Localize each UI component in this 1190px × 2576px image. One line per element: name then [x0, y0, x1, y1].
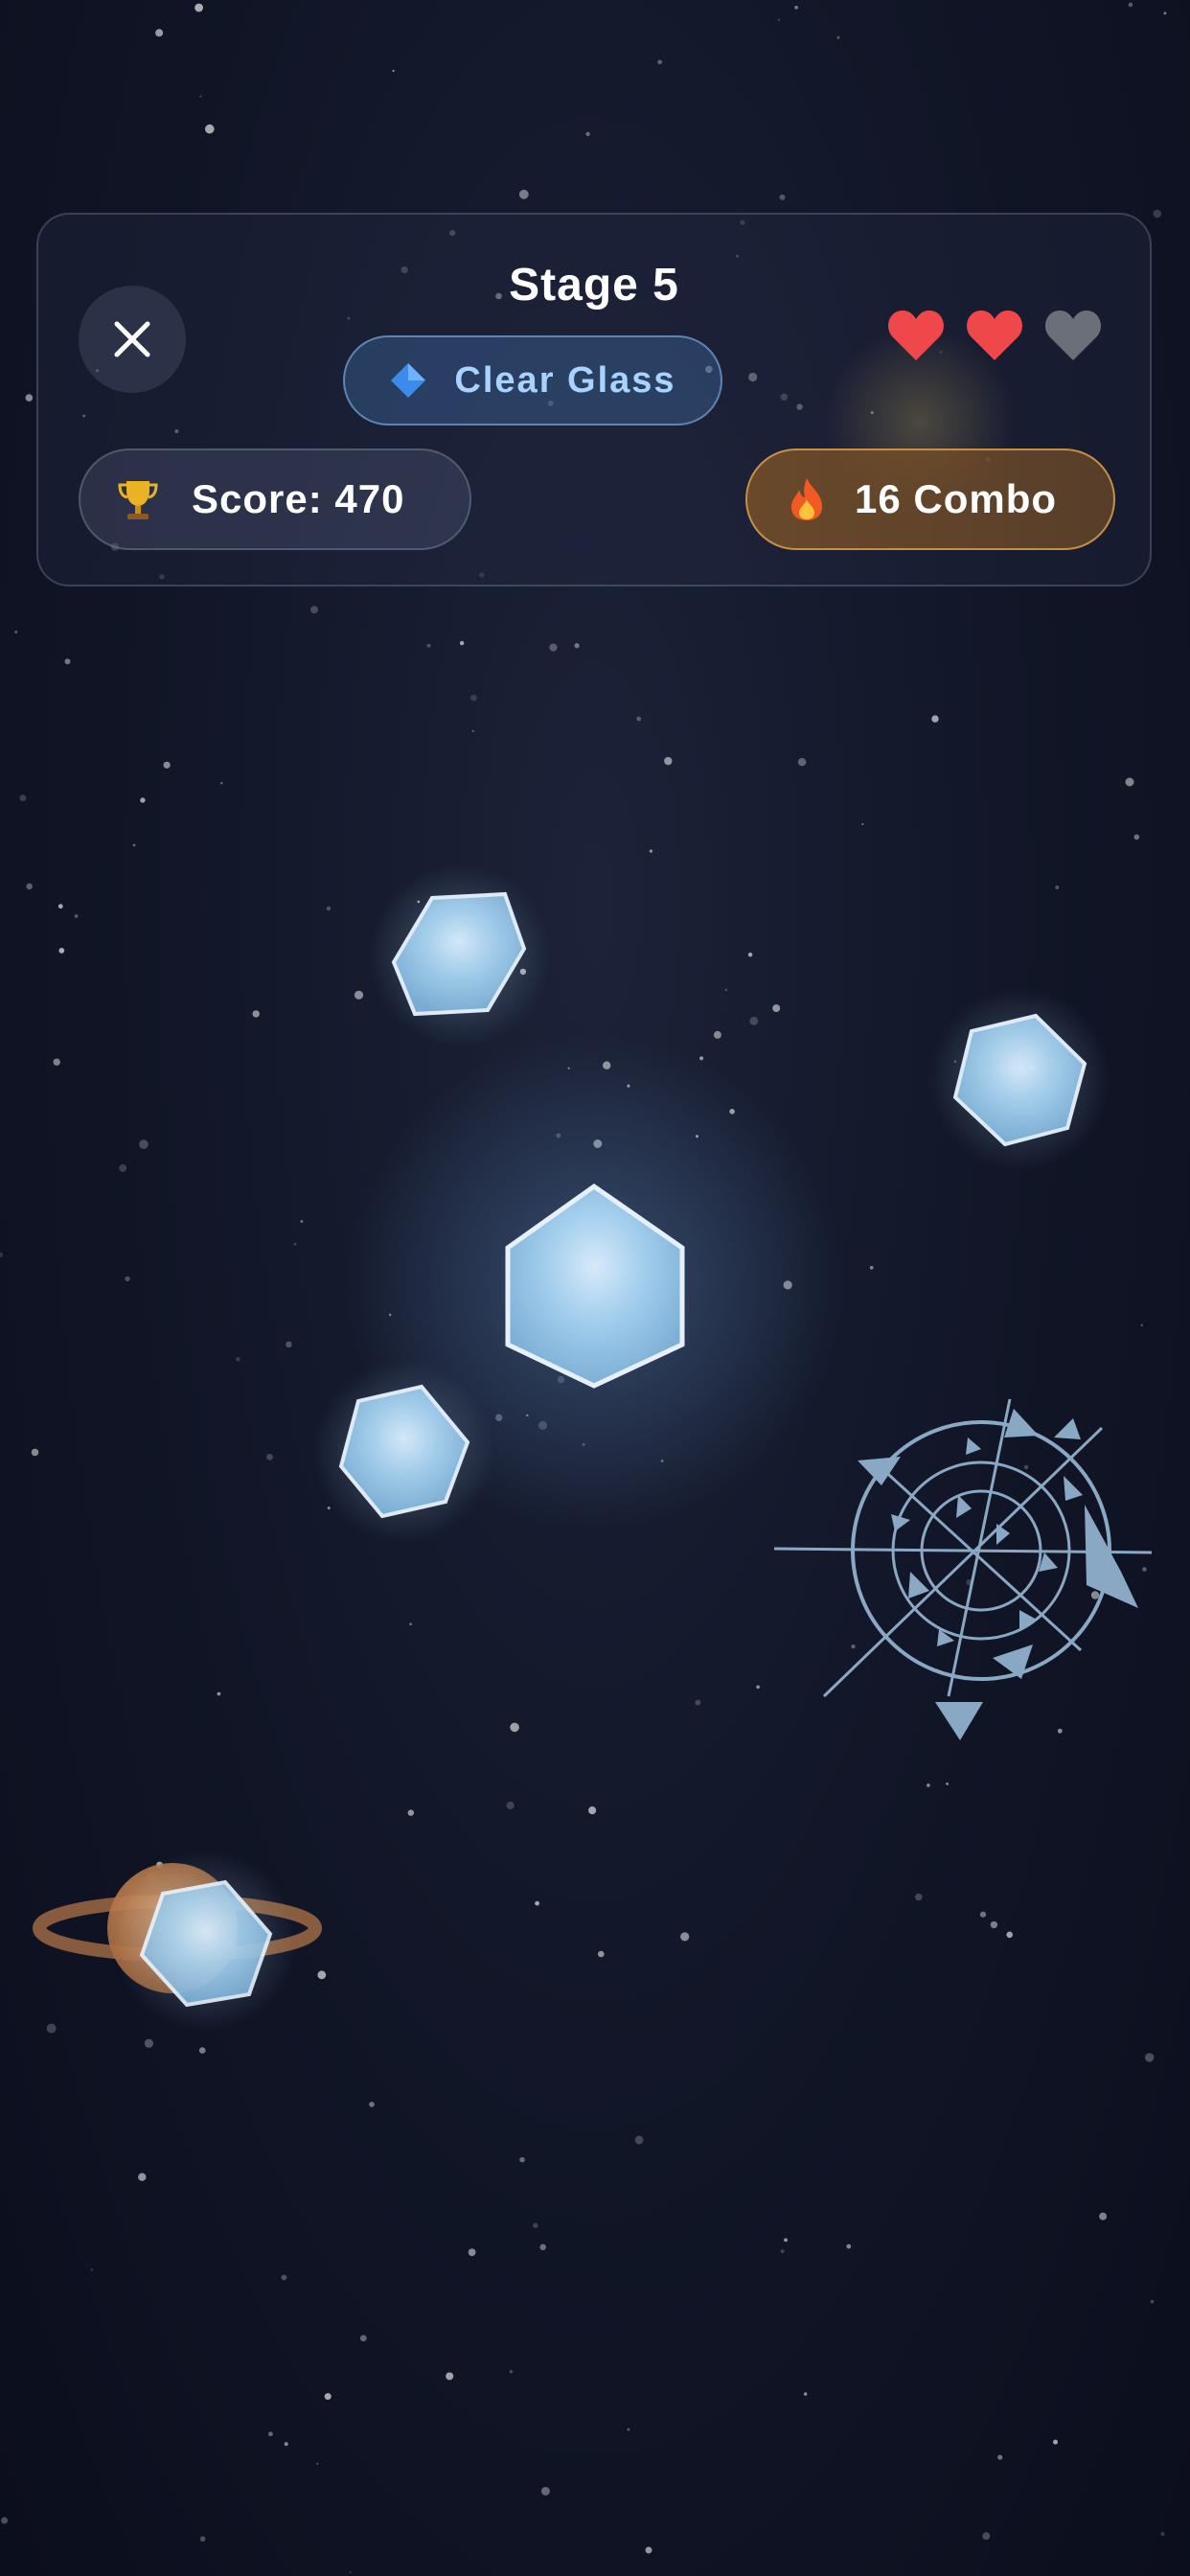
shatter-burst [773, 1398, 1153, 1740]
game-hud-panel: Stage 5 Clear Glass Score: 470 16 Combo [36, 213, 1152, 586]
heart-empty-icon [1045, 310, 1101, 360]
close-icon [114, 321, 150, 357]
heart-full-icon [967, 310, 1022, 360]
lives-indicator [887, 309, 1102, 368]
trophy-icon [118, 481, 158, 519]
glass-hexagon[interactable] [114, 1850, 296, 2032]
combo-badge: 16 Combo [745, 448, 1115, 550]
fire-icon [791, 478, 822, 520]
heart-full-icon [888, 310, 944, 360]
mode-badge: Clear Glass [343, 335, 722, 426]
glass-hexagon[interactable] [312, 1361, 494, 1543]
score-label: Score: 470 [192, 476, 405, 521]
stage-title: Stage 5 [509, 260, 679, 310]
glass-hexagon[interactable] [928, 988, 1110, 1170]
score-badge: Score: 470 [79, 448, 471, 550]
mode-label: Clear Glass [454, 359, 676, 401]
glass-hexagon[interactable] [369, 864, 551, 1046]
combo-label: 16 Combo [855, 476, 1058, 521]
blue-diamond-icon [391, 363, 426, 398]
